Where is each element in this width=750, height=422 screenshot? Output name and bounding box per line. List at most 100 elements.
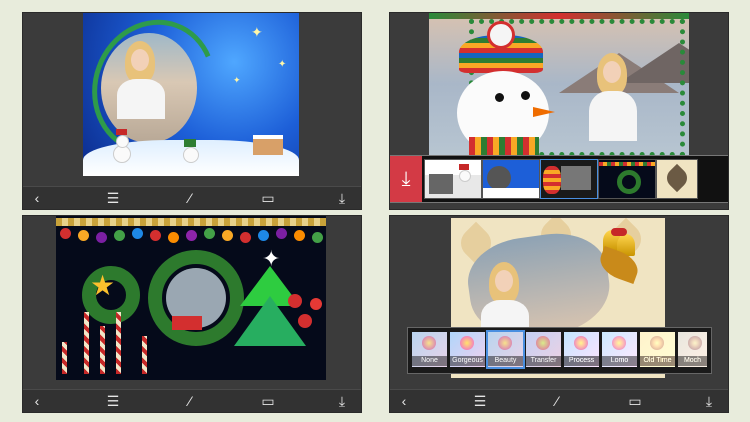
image-icon[interactable]: ▭ [627,393,643,409]
carrot-nose [533,107,555,117]
filter-lomo[interactable]: Lomo [602,332,637,367]
scarf [469,137,539,155]
tinsel-garland [56,218,326,226]
filter-gorgeous[interactable]: Gorgeous [450,332,485,367]
flower-icon [498,336,512,350]
photo-frame-preview[interactable] [429,13,689,155]
frame-thumbnail-selected[interactable] [540,159,598,199]
filter-label: Gorgeous [450,356,485,366]
candy-cane-pillar [116,312,121,374]
star-icon: ✦ [278,59,287,70]
download-icon[interactable]: ⤓ [701,393,717,409]
candy-cane-pillar [62,342,67,374]
frame-thumbnail[interactable] [598,159,656,199]
ornament [96,232,107,243]
snowman-figure [183,147,199,163]
ornament [288,294,302,308]
filter-transfer[interactable]: Transfer [526,332,561,367]
magic-wand-icon[interactable]: ⁄ [549,393,565,409]
flower-icon [574,336,588,350]
frame-thumbnail[interactable] [482,159,540,199]
red-bow [172,316,202,330]
wreath-photo-frame [148,250,244,346]
magic-wand-icon[interactable]: ⁄ [182,190,198,206]
ornament [132,228,143,239]
photo-frame-preview[interactable]: ★ ✦ [56,216,326,380]
filter-label: Transfer [526,356,561,366]
frame-thumbnail[interactable] [424,159,482,199]
ornament [312,232,323,243]
screen-snowman-frame: ⤓ [390,13,728,209]
bottom-toolbar: ‹ ☰ ⁄ ▭ ⤓ [23,389,361,412]
candy-cane-pillar [142,336,147,374]
filter-old-time[interactable]: Old Time [640,332,675,367]
flower-icon [422,336,436,350]
list-icon[interactable]: ☰ [105,190,121,206]
ornament [310,298,322,310]
ornament [294,230,305,241]
cottage [253,135,283,155]
filter-label: Moch [678,356,707,366]
elf-hat [184,139,196,147]
screen-christmas-frame: ★ ✦ ‹ ☰ ⁄ ▭ ⤓ [23,216,361,412]
red-bow [611,228,627,236]
sparkle-icon: ✦ [262,246,281,271]
list-icon[interactable]: ☰ [105,393,121,409]
flower-icon [650,336,664,350]
ornament [78,230,89,241]
star-icon: ★ [90,270,116,301]
ornament [222,230,233,241]
image-icon[interactable]: ▭ [260,393,276,409]
snowman-hat [116,129,127,135]
ornament [150,230,161,241]
list-icon[interactable]: ☰ [472,393,488,409]
download-icon[interactable]: ⤓ [334,190,350,206]
filter-label: Beauty [488,356,523,366]
snowman-eye [521,91,530,100]
ornament [186,230,197,241]
filter-label: Old Time [640,356,675,366]
chevron-left-icon[interactable]: ‹ [396,393,412,409]
flower-icon [688,336,702,350]
snowman-head [116,135,129,148]
ornament [298,314,312,328]
ornament [204,228,215,239]
candy-cane-pillar [84,312,89,374]
frame-filmstrip: ⤓ [390,155,728,203]
ornament [240,232,251,243]
filter-label: Lomo [602,356,637,366]
filter-moch[interactable]: Moch [678,332,707,367]
star-icon: ✦ [233,75,241,85]
flower-icon [612,336,626,350]
candy-cane-pillar [100,326,105,374]
frame-thumbnail[interactable] [656,159,698,199]
photo-frame-preview[interactable]: ✦ ✦ ✦ [83,13,299,176]
ornament [168,232,179,243]
magic-wand-icon[interactable]: ⁄ [182,393,198,409]
bottom-toolbar: ‹ ☰ ⁄ ▭ ⤓ [23,186,361,209]
filter-strip: None Gorgeous Beauty Transfer Process Lo… [407,327,712,374]
image-icon[interactable]: ▭ [260,190,276,206]
filter-label: Process [564,356,599,366]
flower-icon [460,336,474,350]
snowman-eye [495,93,504,102]
screen-winter-frame: ✦ ✦ ✦ ‹ ☰ ⁄ ▭ ⤓ [23,13,361,209]
chevron-left-icon[interactable]: ‹ [29,393,45,409]
filter-label: None [412,356,447,366]
filter-process[interactable]: Process [564,332,599,367]
ornament [114,230,125,241]
download-icon[interactable]: ⤓ [390,156,422,202]
download-icon[interactable]: ⤓ [334,393,350,409]
ornament [276,228,287,239]
filter-none[interactable]: None [412,332,447,367]
screen-autumn-frame: None Gorgeous Beauty Transfer Process Lo… [390,216,728,412]
ornament [258,230,269,241]
chevron-left-icon[interactable]: ‹ [29,190,45,206]
star-icon: ✦ [251,24,263,40]
bottom-toolbar: ‹ ☰ ⁄ ▭ ⤓ [390,389,728,412]
flower-icon [536,336,550,350]
ornament [60,228,71,239]
top-ribbon [429,13,689,19]
filter-beauty[interactable]: Beauty [486,330,525,369]
pompom [487,21,515,49]
